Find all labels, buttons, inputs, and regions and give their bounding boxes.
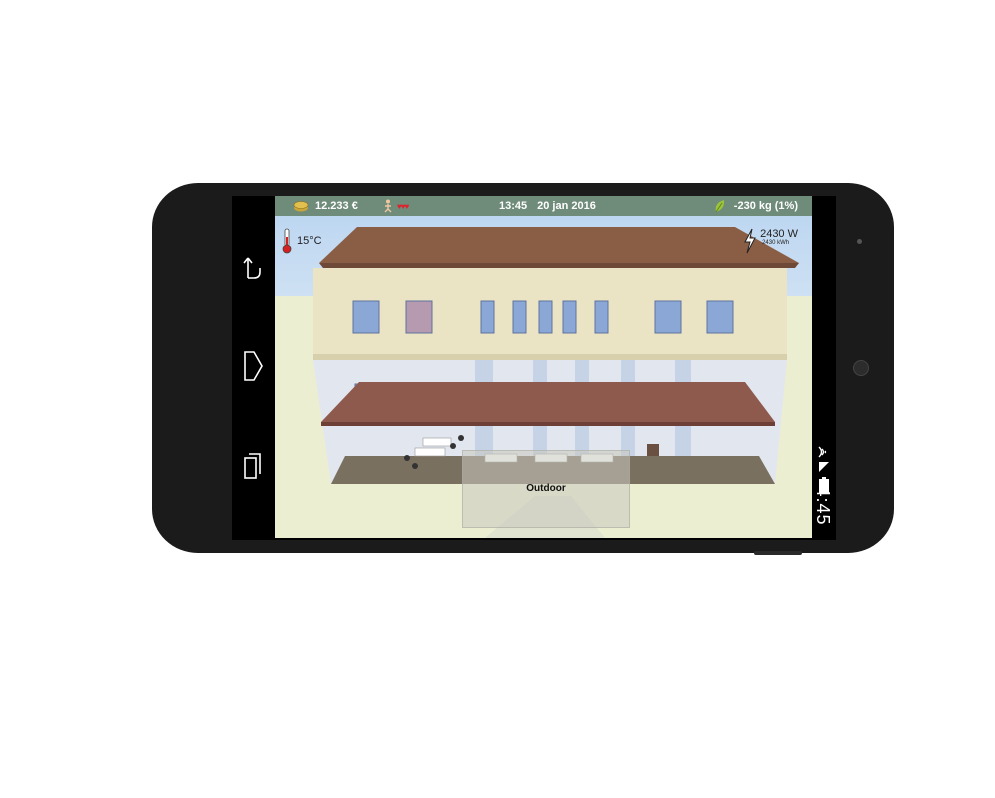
wifi-icon [818,446,827,458]
game-date: 20 jan 2016 [537,200,596,212]
power-watts: 2430 W [760,228,798,240]
android-status-bar: 4:45 [812,196,836,538]
power-energy: 2430 kWh [762,240,790,246]
back-icon[interactable] [240,248,266,284]
system-clock: 4:45 [813,486,833,526]
co2-display[interactable]: -230 kg (1%) [714,196,798,216]
co2-value: -230 kg (1%) [733,200,798,212]
money-value: 12.233 € [315,200,358,212]
leaf-icon [715,200,724,213]
hud-top-bar: 12.233 € ♥♥♥ 13:45 20 jan 2016 -230 kg (… [275,196,812,216]
person-icon [384,199,392,213]
money-display[interactable]: 12.233 € [293,196,358,216]
android-nav-bar [232,196,274,538]
thermometer-icon [282,228,292,254]
front-camera [853,360,869,376]
game-clock: 13:45 20 jan 2016 [499,196,596,216]
temperature-value: 15°C [297,235,322,247]
coins-icon [293,201,309,212]
game-time: 13:45 [499,200,528,212]
home-icon[interactable] [240,348,266,384]
outdoor-button[interactable]: Outdoor [462,450,630,528]
temperature-widget[interactable]: 15°C [281,228,322,254]
sensor-dot [857,239,862,244]
power-widget[interactable]: 2430 W 2430 kWh [743,228,798,254]
occupants-display[interactable]: ♥♥♥ [383,196,409,216]
game-screen: 12.233 € ♥♥♥ 13:45 20 jan 2016 -230 kg (… [275,196,812,538]
lightning-icon [744,228,756,254]
recents-icon[interactable] [240,448,266,484]
outdoor-label: Outdoor [526,483,566,494]
satisfaction-hearts-icon: ♥♥♥ [397,201,409,211]
volume-button [754,551,802,555]
